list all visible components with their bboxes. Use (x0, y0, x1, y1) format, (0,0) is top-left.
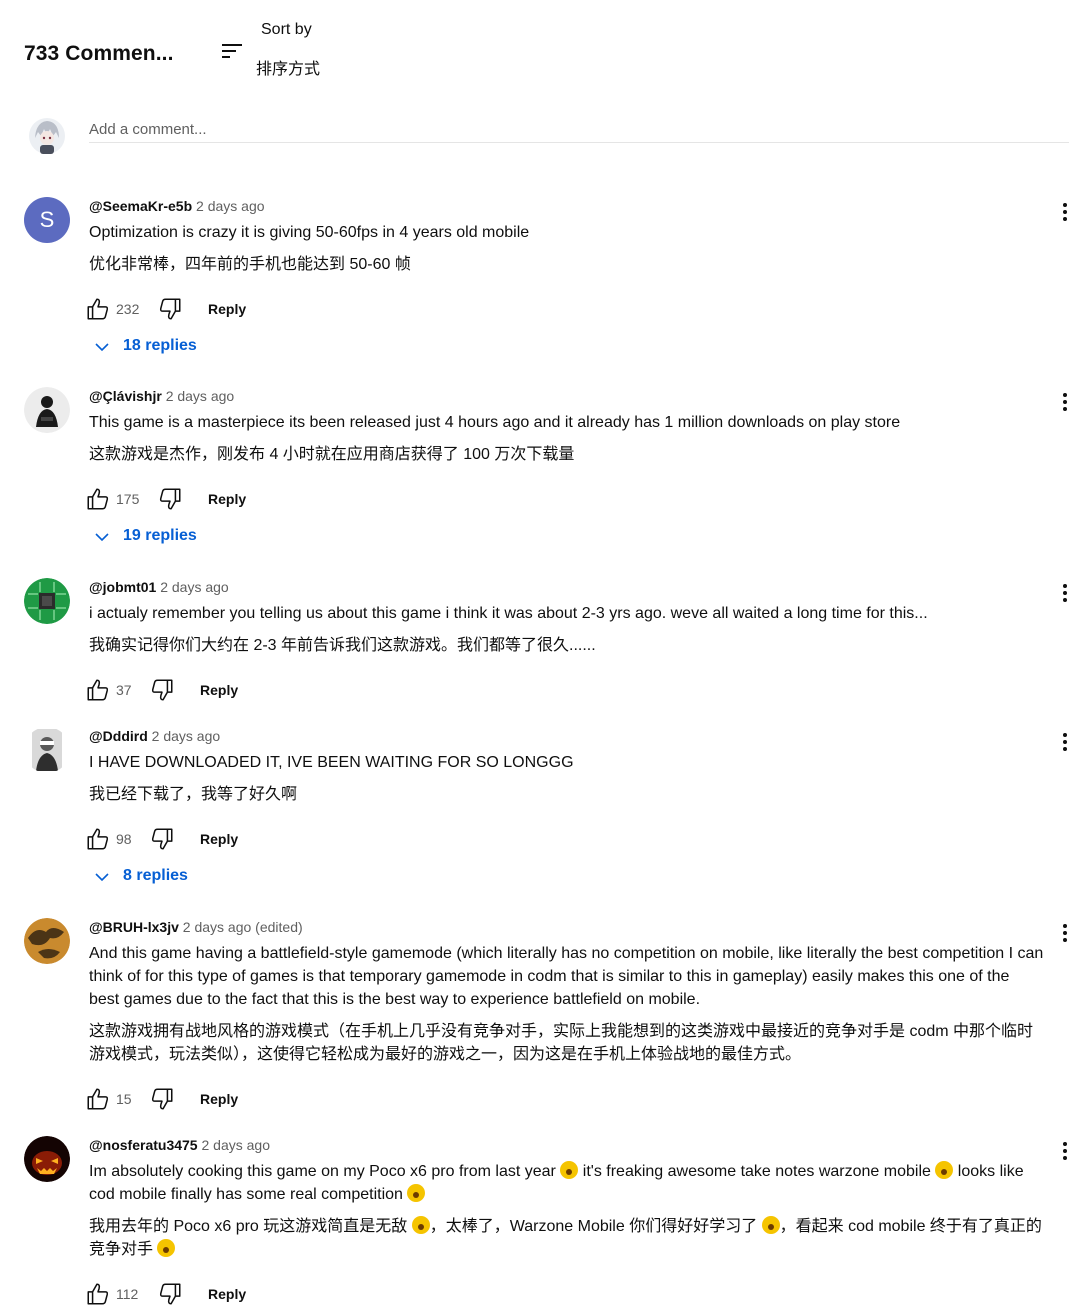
dislike-icon[interactable] (157, 486, 183, 512)
comment-text: Optimization is crazy it is giving 50-60… (89, 224, 530, 241)
comment-translation: 优化非常棒，四年前的手机也能达到 50-60 帧 (89, 256, 411, 273)
chevron-down-icon (95, 533, 109, 542)
comment-text: And this game having a battlefield-style… (89, 945, 1044, 1008)
comment-time[interactable]: 2 days ago (166, 388, 235, 404)
like-count: 232 (116, 301, 140, 317)
more-options-icon[interactable] (1060, 201, 1070, 223)
comment-author[interactable]: @jobmt01 (89, 579, 156, 595)
like-icon[interactable] (85, 296, 111, 322)
replies-count: 18 replies (123, 337, 197, 354)
dislike-icon[interactable] (157, 296, 183, 322)
more-options-icon[interactable] (1060, 1140, 1070, 1162)
comment-time[interactable]: 2 days ago (196, 198, 265, 214)
laughing-face-icon (935, 1161, 954, 1179)
avatar[interactable] (24, 387, 70, 433)
avatar[interactable]: S (24, 197, 70, 243)
comment-text: i actualy remember you telling us about … (89, 605, 928, 622)
comment-translation: 这款游戏拥有战地风格的游戏模式（在手机上几乎没有竞争对手，实际上我能想到的这类游… (89, 1023, 1034, 1063)
more-options-icon[interactable] (1060, 391, 1070, 413)
reply-button[interactable]: Reply (208, 491, 246, 507)
user-avatar[interactable] (28, 116, 66, 156)
comment-translation: 这款游戏是杰作，刚发布 4 小时就在应用商店获得了 100 万次下载量 (89, 446, 575, 463)
reply-button[interactable]: Reply (208, 1286, 246, 1302)
replies-count: 19 replies (123, 527, 197, 544)
comment-time[interactable]: 2 days ago (152, 728, 221, 744)
like-icon[interactable] (85, 1281, 111, 1307)
laughing-face-icon (761, 1216, 780, 1234)
dislike-icon[interactable] (157, 1281, 183, 1307)
dislike-icon[interactable] (149, 1086, 175, 1112)
reply-button[interactable]: Reply (200, 831, 238, 847)
avatar[interactable] (24, 1136, 70, 1182)
like-icon[interactable] (85, 826, 111, 852)
sort-icon[interactable] (220, 40, 246, 62)
comment-time[interactable]: 2 days ago (160, 579, 229, 595)
comment-time[interactable]: 2 days ago (201, 1137, 270, 1153)
chevron-down-icon (95, 873, 109, 882)
add-comment-row (24, 110, 1070, 160)
comments-header: 733 Commen... Sort by 排序方式 (24, 18, 1064, 88)
comment-count: 733 Commen... (24, 42, 174, 65)
more-options-icon[interactable] (1060, 922, 1070, 944)
dislike-icon[interactable] (149, 677, 175, 703)
like-count: 98 (116, 831, 132, 847)
view-replies-button[interactable]: 18 replies (89, 334, 1044, 360)
like-icon[interactable] (85, 486, 111, 512)
view-replies-button[interactable]: 19 replies (89, 524, 1044, 550)
sort-by-translation: 排序方式 (256, 61, 321, 78)
add-comment-input[interactable] (89, 117, 1069, 143)
exploding-head-icon (157, 1239, 176, 1257)
chevron-down-icon (95, 343, 109, 352)
reply-button[interactable]: Reply (200, 1091, 238, 1107)
avatar[interactable] (24, 578, 70, 624)
dislike-icon[interactable] (149, 826, 175, 852)
like-icon[interactable] (85, 1086, 111, 1112)
view-replies-button[interactable]: 8 replies (89, 864, 1044, 890)
astonished-face-icon (411, 1216, 430, 1234)
comment-translation: 我用去年的 Poco x6 pro 玩这游戏简直是无敌 ，太棒了，Warzone… (89, 1216, 1042, 1258)
more-options-icon[interactable] (1060, 582, 1070, 604)
like-count: 112 (116, 1286, 139, 1302)
like-count: 15 (116, 1091, 132, 1107)
like-icon[interactable] (85, 677, 111, 703)
reply-button[interactable]: Reply (208, 301, 246, 317)
reply-button[interactable]: Reply (200, 682, 238, 698)
comment-author[interactable]: @Dddird (89, 728, 148, 744)
avatar[interactable] (24, 918, 70, 964)
comment-text: Im absolutely cooking this game on my Po… (89, 1161, 1024, 1203)
comment-translation: 我已经下载了，我等了好久啊 (89, 786, 298, 803)
comment-author[interactable]: @nosferatu3475 (89, 1137, 198, 1153)
like-count: 175 (116, 491, 140, 507)
replies-count: 8 replies (123, 867, 188, 884)
more-options-icon[interactable] (1060, 731, 1070, 753)
comment-translation: 我确实记得你们大约在 2-3 年前告诉我们这款游戏。我们都等了很久...... (89, 637, 596, 654)
astonished-face-icon (560, 1161, 579, 1179)
comment-author[interactable]: @Çlávishjr (89, 388, 162, 404)
comment-author[interactable]: @SeemaKr-e5b (89, 198, 192, 214)
like-count: 37 (116, 682, 132, 698)
comment-text: This game is a masterpiece its been rele… (89, 414, 901, 431)
sort-by-label[interactable]: Sort by (261, 21, 312, 39)
comment-time[interactable]: 2 days ago (edited) (183, 919, 303, 935)
exploding-head-icon (407, 1184, 426, 1202)
comment-text: I HAVE DOWNLOADED IT, IVE BEEN WAITING F… (89, 754, 574, 771)
comment-author[interactable]: @BRUH-lx3jv (89, 919, 179, 935)
avatar[interactable] (24, 727, 70, 773)
